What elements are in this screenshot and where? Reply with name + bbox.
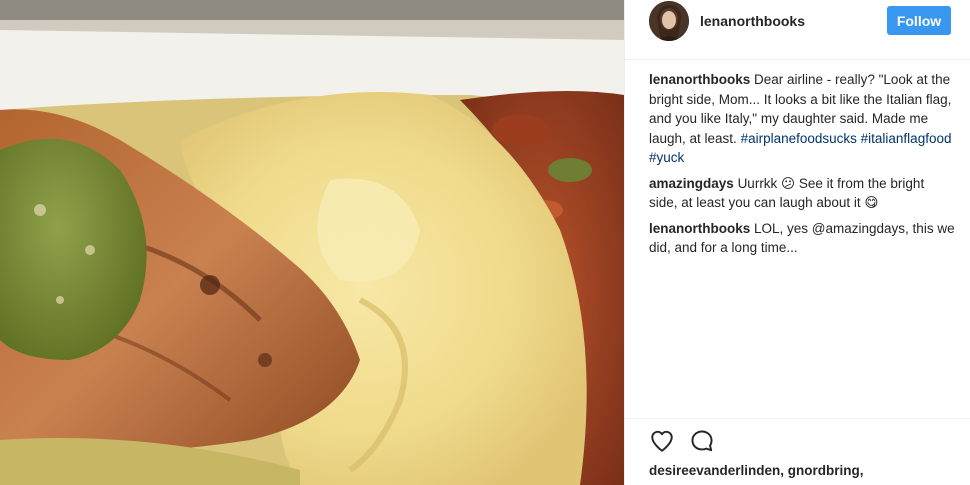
comment-username[interactable]: lenanorthbooks xyxy=(649,72,750,87)
header-divider xyxy=(625,59,970,60)
avatar[interactable] xyxy=(649,1,689,41)
meal-image xyxy=(0,0,624,485)
comment-icon[interactable] xyxy=(689,428,715,454)
post-author-username[interactable]: lenanorthbooks xyxy=(700,13,805,29)
comment-username[interactable]: amazingdays xyxy=(649,176,734,191)
post-actions xyxy=(649,428,715,456)
post-header: lenanorthbooks Follow xyxy=(625,0,970,44)
follow-button[interactable]: Follow xyxy=(887,6,951,35)
comments-list: lenanorthbooks Dear airline - really? "L… xyxy=(649,70,955,264)
actions-divider xyxy=(625,418,970,419)
post-photo[interactable] xyxy=(0,0,624,485)
comment-item: lenanorthbooks LOL, yes @amazingdays, th… xyxy=(649,219,955,258)
comment-item: amazingdays Uurrkk 😕 See it from the bri… xyxy=(649,174,955,213)
comment-item: lenanorthbooks Dear airline - really? "L… xyxy=(649,70,955,168)
avatar-image xyxy=(649,1,689,41)
likes-summary[interactable]: desireevanderlinden, gnordbring, xyxy=(649,463,864,478)
post-sidebar: lenanorthbooks Follow lenanorthbooks Dea… xyxy=(624,0,970,485)
comment-username[interactable]: lenanorthbooks xyxy=(649,221,750,236)
heart-icon[interactable] xyxy=(649,428,675,454)
